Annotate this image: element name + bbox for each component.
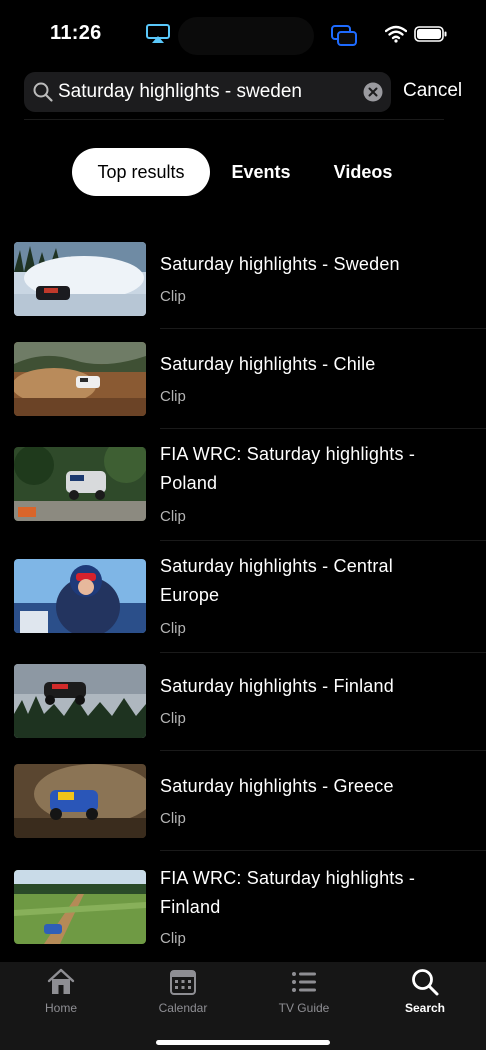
result-title: Saturday highlights - Sweden: [160, 254, 400, 274]
divider: [160, 750, 486, 751]
result-item[interactable]: Saturday highlights - Finland Clip: [0, 652, 486, 752]
thumbnail-chile: [14, 342, 146, 416]
result-title: Saturday highlights - Chile: [160, 354, 376, 374]
tab-label: TV Guide: [278, 1001, 330, 1015]
result-item[interactable]: Saturday highlights - Sweden Clip: [0, 232, 486, 332]
result-title: FIA WRC: Saturday highlights - Finland: [160, 868, 416, 917]
tab-tv-guide[interactable]: TV Guide: [254, 962, 354, 1032]
thumbnail-central-europe: [14, 559, 146, 633]
tab-label: Calendar: [158, 1001, 208, 1015]
calendar-icon: [170, 970, 196, 995]
result-title: FIA WRC: Saturday highlights - Poland: [160, 444, 416, 493]
result-type: Clip: [160, 508, 186, 525]
result-type: Clip: [160, 710, 186, 727]
screen-mirroring-icon: [331, 25, 357, 46]
status-bar: 11:26: [0, 0, 486, 70]
result-type: Clip: [160, 388, 186, 405]
tab-home[interactable]: Home: [11, 962, 111, 1032]
tab-label: Home: [44, 1001, 77, 1015]
search-icon: [412, 969, 439, 996]
search-bar: [24, 72, 391, 112]
tab-top-results[interactable]: Top results: [72, 148, 210, 196]
result-item[interactable]: Saturday highlights - Greece Clip: [0, 752, 486, 852]
thumbnail-finland-2: [14, 870, 146, 944]
result-type: Clip: [160, 930, 186, 947]
result-title: Saturday highlights - Central Europe: [160, 556, 393, 605]
result-item[interactable]: Saturday highlights - Chile Clip: [0, 332, 486, 432]
result-title: Saturday highlights - Finland: [160, 676, 394, 696]
result-item[interactable]: FIA WRC: Saturday highlights - Poland Cl…: [0, 432, 486, 541]
search-icon: [33, 82, 53, 102]
tab-label: Search: [404, 1001, 446, 1015]
clear-search-icon[interactable]: [363, 82, 383, 102]
cancel-button[interactable]: Cancel: [403, 80, 462, 102]
tab-calendar[interactable]: Calendar: [133, 962, 233, 1032]
home-icon: [47, 968, 75, 994]
result-type: Clip: [160, 810, 186, 827]
result-item[interactable]: FIA WRC: Saturday highlights - Finland C…: [0, 852, 486, 952]
airplay-icon: [146, 24, 170, 43]
thumbnail-poland: [14, 447, 146, 521]
divider: [160, 428, 486, 429]
thumbnail-finland: [14, 664, 146, 738]
battery-icon: [414, 26, 447, 42]
divider: [160, 850, 486, 851]
status-time: 11:26: [50, 22, 102, 44]
home-indicator: [156, 1040, 330, 1045]
tab-events[interactable]: Events: [220, 148, 302, 196]
bottom-tab-bar: Home Calendar TV Guide Search: [0, 962, 486, 1050]
thumbnail-sweden: [14, 242, 146, 316]
result-type: Clip: [160, 288, 186, 305]
result-title: Saturday highlights - Greece: [160, 776, 394, 796]
thumbnail-greece: [14, 764, 146, 838]
divider: [160, 328, 486, 329]
list-icon: [292, 972, 316, 992]
result-item[interactable]: Saturday highlights - Central Europe Cli…: [0, 544, 486, 653]
tab-videos[interactable]: Videos: [322, 148, 404, 196]
search-input[interactable]: [58, 72, 348, 112]
wifi-icon: [385, 25, 407, 43]
result-type: Clip: [160, 620, 186, 637]
tab-search[interactable]: Search: [375, 962, 475, 1032]
dynamic-island: [178, 17, 314, 55]
divider: [160, 540, 486, 541]
divider: [24, 119, 444, 120]
